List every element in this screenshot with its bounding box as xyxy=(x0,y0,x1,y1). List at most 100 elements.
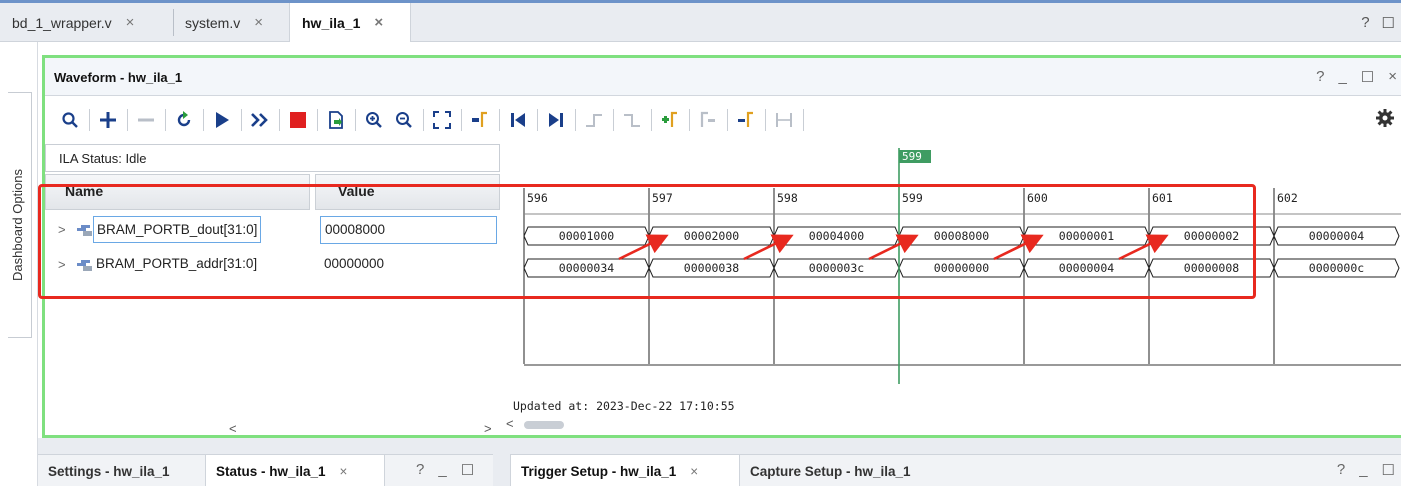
bus-value: 00004000 xyxy=(809,229,864,243)
remove-icon[interactable] xyxy=(133,107,159,133)
run-immediate-icon[interactable] xyxy=(247,107,273,133)
waveform-title: Waveform - hw_ila_1 xyxy=(54,70,183,85)
help-icon[interactable]: ? xyxy=(1337,461,1345,479)
scroll-left-icon[interactable]: < xyxy=(229,421,237,436)
bus-segment: 0000003c xyxy=(773,258,900,278)
bus-segment: 00000002 xyxy=(1148,226,1275,246)
prev-transition-icon[interactable] xyxy=(581,107,607,133)
restore-icon[interactable]: ☐ xyxy=(1382,461,1395,479)
signal-name[interactable]: BRAM_PORTB_dout[31:0] xyxy=(93,216,262,243)
waveform-title-bar: Waveform - hw_ila_1 ? _ ☐ × xyxy=(45,58,1401,96)
minimize-icon[interactable]: _ xyxy=(438,461,446,479)
bus-segment: 00002000 xyxy=(648,226,775,246)
dashboard-options-label: Dashboard Options xyxy=(10,168,25,281)
bottom-panel-strip: Settings - hw_ila_1 Status - hw_ila_1 × … xyxy=(38,438,1401,486)
ruler-label: 598 xyxy=(777,191,798,205)
bus-segment: 00000038 xyxy=(648,258,775,278)
tab-status[interactable]: Status - hw_ila_1 × xyxy=(205,455,385,486)
tab-bd-1-wrapper[interactable]: bd_1_wrapper.v × xyxy=(0,3,174,42)
bus-segment: 00000001 xyxy=(1023,226,1150,246)
waveform-panel: Waveform - hw_ila_1 ? _ ☐ × ILA Status: … xyxy=(42,55,1401,438)
tab-settings[interactable]: Settings - hw_ila_1 xyxy=(38,455,203,486)
tab-label: Capture Setup - hw_ila_1 xyxy=(750,463,911,479)
bus-value: 00000004 xyxy=(1059,261,1114,275)
expand-icon[interactable]: > xyxy=(58,222,66,237)
run-icon[interactable] xyxy=(209,107,235,133)
goto-cursor-icon[interactable] xyxy=(467,107,493,133)
bus-value: 00000008 xyxy=(1184,261,1239,275)
bus-segment: 00000008 xyxy=(1148,258,1275,278)
tab-label: hw_ila_1 xyxy=(302,14,361,31)
tab-trigger-setup[interactable]: Trigger Setup - hw_ila_1 × xyxy=(510,455,740,486)
bus-segment: 00000004 xyxy=(1273,226,1400,246)
bus-value: 00002000 xyxy=(684,229,739,243)
scroll-right-icon[interactable]: > xyxy=(484,421,492,436)
waveform-toolbar xyxy=(45,96,1401,144)
help-icon[interactable]: ? xyxy=(1361,14,1369,31)
zoom-in-icon[interactable] xyxy=(361,107,387,133)
swap-cursors-icon[interactable] xyxy=(771,107,797,133)
value-column-header[interactable]: Value xyxy=(315,174,500,210)
restore-icon[interactable]: ☐ xyxy=(1361,68,1374,86)
bus-segment: 00001000 xyxy=(523,226,650,246)
ruler-label: 599 xyxy=(902,191,923,205)
minimize-icon[interactable]: _ xyxy=(1338,68,1346,86)
next-transition-icon[interactable] xyxy=(619,107,645,133)
close-icon[interactable]: × xyxy=(374,14,383,31)
close-icon[interactable]: × xyxy=(340,464,348,479)
tab-label: bd_1_wrapper.v xyxy=(12,14,112,31)
restore-icon[interactable]: ☐ xyxy=(461,461,474,479)
name-column-header[interactable]: Name xyxy=(45,174,310,210)
bottom-left-tab-group: Settings - hw_ila_1 Status - hw_ila_1 × … xyxy=(38,454,493,486)
stop-icon[interactable] xyxy=(285,107,311,133)
tab-hw-ila-1[interactable]: hw_ila_1 × xyxy=(289,3,411,42)
bus-value: 00001000 xyxy=(559,229,614,243)
name-value-scrollbar[interactable]: < > xyxy=(229,421,499,437)
bus-value: 00000034 xyxy=(559,261,614,275)
scroll-left-icon[interactable]: < xyxy=(506,416,514,431)
signal-row[interactable]: > BRAM_PORTB_dout[31:0] 00008000 xyxy=(45,216,500,246)
add-marker-icon[interactable] xyxy=(657,107,683,133)
bus-signal-icon xyxy=(77,260,92,271)
zoom-fit-icon[interactable] xyxy=(429,107,455,133)
bus-value: 00000001 xyxy=(1059,229,1114,243)
tab-label: system.v xyxy=(185,14,241,31)
close-icon[interactable]: × xyxy=(126,14,135,31)
bus-value: 00000038 xyxy=(684,261,739,275)
bottom-right-tab-group: Trigger Setup - hw_ila_1 × Capture Setup… xyxy=(510,454,1401,486)
waveform-canvas[interactable]: 596 597 598 599 600 601 602 00001000 00002000 00… xyxy=(500,144,1401,438)
bus-segment: 00000004 xyxy=(1023,258,1150,278)
updated-at-label: Updated at: 2023-Dec-22 17:10:55 xyxy=(513,399,735,413)
close-icon[interactable]: × xyxy=(690,464,698,479)
refresh-icon[interactable] xyxy=(171,107,197,133)
ila-status-field: ILA Status: Idle xyxy=(45,144,500,172)
next-marker-icon[interactable] xyxy=(733,107,759,133)
add-icon[interactable] xyxy=(95,107,121,133)
expand-icon[interactable]: > xyxy=(58,257,66,272)
signal-name[interactable]: BRAM_PORTB_addr[31:0] xyxy=(93,251,260,278)
settings-icon[interactable] xyxy=(1375,108,1395,134)
export-icon[interactable] xyxy=(323,107,349,133)
signal-row[interactable]: > BRAM_PORTB_addr[31:0] 00000000 xyxy=(45,251,500,281)
editor-tab-bar: bd_1_wrapper.v × system.v × hw_ila_1 × ?… xyxy=(0,0,1401,42)
help-icon[interactable]: ? xyxy=(416,461,424,479)
tab-capture-setup[interactable]: Capture Setup - hw_ila_1 xyxy=(740,455,940,486)
close-icon[interactable]: × xyxy=(254,14,263,31)
minimize-icon[interactable]: _ xyxy=(1359,461,1367,479)
goto-start-icon[interactable] xyxy=(505,107,531,133)
dashboard-options-tab[interactable]: Dashboard Options xyxy=(8,92,32,338)
ruler-label: 596 xyxy=(527,191,548,205)
prev-marker-icon[interactable] xyxy=(695,107,721,133)
cursor-label: 599 xyxy=(902,150,922,163)
close-icon[interactable]: × xyxy=(1388,68,1397,86)
ruler-label: 601 xyxy=(1152,191,1173,205)
bus-value: 00000002 xyxy=(1184,229,1239,243)
zoom-out-icon[interactable] xyxy=(391,107,417,133)
restore-icon[interactable]: ☐ xyxy=(1382,14,1395,32)
help-icon[interactable]: ? xyxy=(1316,68,1324,86)
goto-end-icon[interactable] xyxy=(543,107,569,133)
wave-scroll-thumb[interactable] xyxy=(524,421,564,429)
tab-system-v[interactable]: system.v × xyxy=(173,3,289,42)
window-controls: ? ☐ xyxy=(1361,3,1395,42)
search-icon[interactable] xyxy=(57,107,83,133)
